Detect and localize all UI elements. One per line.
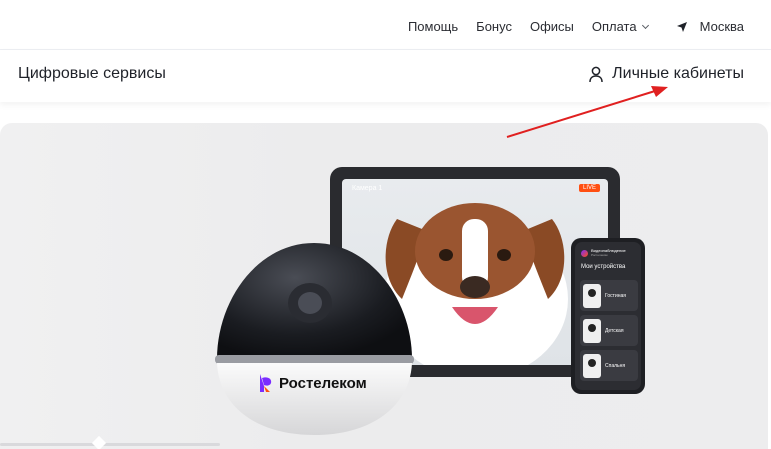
bonus-link[interactable]: Бонус [476,19,512,34]
city-label: Москва [699,19,744,34]
phone-app-header: Видеонаблюдение Ростелеком [581,249,626,257]
camera-icon [583,353,601,378]
offices-link[interactable]: Офисы [530,19,574,34]
camera-logo-text: Ростелеком [279,374,367,392]
app-logo-icon [581,249,588,257]
rostelecom-logo-icon [260,374,272,392]
top-nav: Помощь Бонус Офисы Оплата Москва [408,19,744,34]
promo-banner[interactable]: Камера 1 LIVE Видеонаблюдение Ростелеком… [0,123,768,449]
carousel-pointer [91,435,107,449]
payment-label: Оплата [591,19,637,34]
camera-brand-logo: Ростелеком [259,373,367,393]
carousel-progress[interactable] [0,443,220,446]
device-card: Спальня [580,350,638,381]
live-badge: LIVE [578,184,600,192]
personal-cabinets-label: Личные кабинеты [612,65,744,82]
dome-camera: Ростелеком [212,241,417,441]
dome-camera-image [215,243,414,435]
device-card: Гостиная [580,280,638,311]
phone-screen: Видеонаблюдение Ростелеком Мои устройств… [575,242,641,390]
phone-title: Мои устройства [581,264,626,270]
city-selector[interactable]: Москва [676,19,744,34]
device-label: Детская [605,327,624,334]
section-title[interactable]: Цифровые сервисы [18,65,166,83]
device-label: Спальня [605,362,626,369]
camera-icon [583,318,601,343]
section-header: Цифровые сервисы Личные кабинеты [0,50,771,102]
help-link[interactable]: Помощь [408,19,458,34]
camera-label: Камера 1 [352,185,383,192]
app-sub: Ростелеком [591,253,608,257]
top-utility-bar: Помощь Бонус Офисы Оплата Москва [0,0,771,50]
camera-icon [583,283,601,308]
personal-cabinets-button[interactable]: Личные кабинеты [589,65,744,83]
device-label: Гостиная [605,292,626,299]
user-icon [589,66,603,82]
location-arrow-icon [676,21,687,32]
device-card: Детская [580,315,638,346]
chevron-down-icon [641,21,649,29]
payment-dropdown[interactable]: Оплата [591,19,649,34]
phone-device: Видеонаблюдение Ростелеком Мои устройств… [571,238,645,394]
